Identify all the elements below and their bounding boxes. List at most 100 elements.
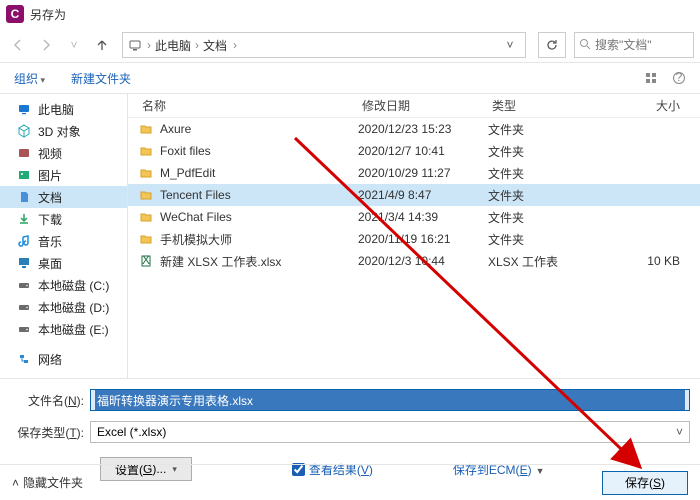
chevron-up-icon: ˄ <box>12 476 19 490</box>
disk-icon <box>16 321 32 337</box>
breadcrumb[interactable]: › 此电脑 › 文档 › ˅ <box>122 32 526 58</box>
refresh-button[interactable] <box>538 32 566 58</box>
sidebar-item-label: 本地磁盘 (C:) <box>38 277 109 294</box>
file-type: 文件夹 <box>488 143 588 160</box>
file-date: 2021/4/9 8:47 <box>358 188 488 202</box>
filename-label: 文件名(N): <box>10 392 90 409</box>
toolbar: 组织 新建文件夹 ? <box>0 62 700 94</box>
folder-icon <box>138 209 154 225</box>
list-view-icon <box>644 71 658 85</box>
file-pane: 名称 修改日期 类型 大小 Axure2020/12/23 15:23文件夹Fo… <box>128 94 700 378</box>
sidebar-item[interactable]: 本地磁盘 (E:) <box>0 318 127 340</box>
new-folder-button[interactable]: 新建文件夹 <box>67 68 135 89</box>
chevron-right-icon: › <box>233 38 237 52</box>
sidebar-item[interactable]: 此电脑 <box>0 98 127 120</box>
filetype-value: Excel (*.xlsx) <box>97 425 166 439</box>
file-date: 2020/10/29 11:27 <box>358 166 488 180</box>
file-type: 文件夹 <box>488 209 588 226</box>
file-row[interactable]: WeChat Files2021/3/4 14:39文件夹 <box>128 206 700 228</box>
file-date: 2020/12/7 10:41 <box>358 144 488 158</box>
nav-forward-button[interactable] <box>34 33 58 57</box>
sidebar-item[interactable]: 视频 <box>0 142 127 164</box>
sidebar-item[interactable]: 文档 <box>0 186 127 208</box>
file-row[interactable]: M_PdfEdit 2020/10/29 11:27文件夹 <box>128 162 700 184</box>
sidebar-item-label: 本地磁盘 (D:) <box>38 299 109 316</box>
file-row[interactable]: Tencent Files2021/4/9 8:47文件夹 <box>128 184 700 206</box>
file-row[interactable]: Axure2020/12/23 15:23文件夹 <box>128 118 700 140</box>
sidebar-item-label: 下载 <box>38 211 62 228</box>
picture-icon <box>16 167 32 183</box>
sidebar-item[interactable]: 桌面 <box>0 252 127 274</box>
chevron-right-icon: › <box>195 38 199 52</box>
file-type: 文件夹 <box>488 165 588 182</box>
nav-back-button[interactable] <box>6 33 30 57</box>
nav-history-dropdown[interactable]: ˅ <box>62 33 86 57</box>
filename-input[interactable] <box>95 390 685 410</box>
folder-icon <box>138 187 154 203</box>
save-button[interactable]: 保存(S) <box>602 471 688 495</box>
hide-folders-toggle[interactable]: ˄ 隐藏文件夹 <box>12 474 83 491</box>
sidebar-item[interactable]: 下载 <box>0 208 127 230</box>
file-list-header: 名称 修改日期 类型 大小 <box>128 94 700 118</box>
file-name: Tencent Files <box>160 188 231 202</box>
nav-up-button[interactable] <box>90 33 114 57</box>
sidebar-item-label: 桌面 <box>38 255 62 272</box>
sidebar-item-label: 网络 <box>38 351 62 368</box>
view-mode-button[interactable] <box>640 67 662 89</box>
sidebar-item[interactable]: 音乐 <box>0 230 127 252</box>
file-name: M_PdfEdit <box>160 166 215 180</box>
filename-input-wrap[interactable] <box>90 389 690 411</box>
organize-menu[interactable]: 组织 <box>10 68 49 89</box>
sidebar-item-label: 图片 <box>38 167 62 184</box>
pc-icon <box>127 37 143 53</box>
arrow-right-icon <box>39 38 53 52</box>
svg-text:X: X <box>142 254 150 267</box>
breadcrumb-dropdown[interactable]: ˅ <box>499 34 521 56</box>
breadcrumb-segment[interactable]: 文档 <box>203 37 227 54</box>
column-header-size[interactable]: 大小 <box>588 97 700 114</box>
pc-icon <box>16 101 32 117</box>
folder-icon <box>138 143 154 159</box>
search-field[interactable] <box>595 38 685 52</box>
title-bar: C 另存为 <box>0 0 700 28</box>
file-name: 手机模拟大师 <box>160 231 232 248</box>
column-header-type[interactable]: 类型 <box>488 97 588 114</box>
file-row[interactable]: 手机模拟大师 2020/11/19 16:21文件夹 <box>128 228 700 250</box>
file-date: 2020/11/19 16:21 <box>358 232 488 246</box>
folder-icon <box>138 121 154 137</box>
music-icon <box>16 233 32 249</box>
refresh-icon <box>545 38 559 52</box>
search-input[interactable] <box>574 32 694 58</box>
sidebar-item[interactable]: 图片 <box>0 164 127 186</box>
sidebar-item[interactable]: 3D 对象 <box>0 120 127 142</box>
filetype-combo[interactable]: Excel (*.xlsx) ˅ <box>90 421 690 443</box>
sidebar-item-label: 视频 <box>38 145 62 162</box>
arrow-up-icon <box>95 38 109 52</box>
document-icon <box>16 189 32 205</box>
column-header-name[interactable]: 名称 <box>138 97 358 114</box>
file-row[interactable]: Foxit files2020/12/7 10:41文件夹 <box>128 140 700 162</box>
window-title: 另存为 <box>30 6 66 23</box>
sidebar-item[interactable]: 网络 <box>0 348 127 370</box>
sidebar-item[interactable]: 本地磁盘 (C:) <box>0 274 127 296</box>
main-area: 此电脑3D 对象视频图片文档下载音乐桌面本地磁盘 (C:) 本地磁盘 (D:) 本地… <box>0 94 700 378</box>
breadcrumb-segment[interactable]: 此电脑 <box>155 37 191 54</box>
file-name: 新建 XLSX 工作表.xlsx <box>160 253 281 270</box>
folder-icon <box>138 231 154 247</box>
file-type: 文件夹 <box>488 231 588 248</box>
sidebar-item[interactable]: 本地磁盘 (D:) <box>0 296 127 318</box>
file-size: 10 KB <box>588 254 700 268</box>
app-icon: C <box>6 5 24 23</box>
column-header-date[interactable]: 修改日期 <box>358 97 488 114</box>
file-type: 文件夹 <box>488 121 588 138</box>
file-date: 2020/12/3 10:44 <box>358 254 488 268</box>
chevron-right-icon: › <box>147 38 151 52</box>
disk-icon <box>16 299 32 315</box>
file-type: XLSX 工作表 <box>488 253 588 270</box>
file-row[interactable]: X 新建 XLSX 工作表.xlsx 2020/12/3 10:44XLSX 工作表… <box>128 250 700 272</box>
help-button[interactable]: ? <box>668 67 690 89</box>
nav-row: ˅ › 此电脑 › 文档 › ˅ <box>0 28 700 62</box>
desktop-icon <box>16 255 32 271</box>
folder-icon <box>138 165 154 181</box>
video-icon <box>16 145 32 161</box>
